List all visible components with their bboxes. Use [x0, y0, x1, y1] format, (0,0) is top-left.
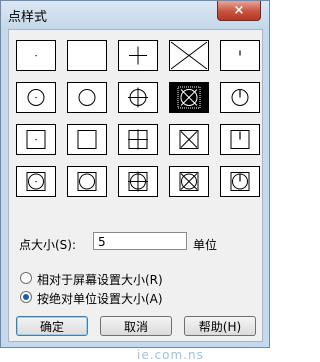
point-style-dialog: 点样式 × 点大小(S): 5 单位 相对于屏幕设置大小(R) 按绝对单位设置大… — [0, 0, 270, 362]
sqcircle-x-icon — [179, 172, 199, 191]
radio-selected-dot — [23, 294, 29, 300]
square-x-icon — [179, 130, 199, 149]
close-icon: × — [233, 3, 245, 18]
point-style-grid — [16, 40, 260, 232]
point-style-circle-tick[interactable] — [220, 82, 260, 113]
square-icon — [77, 130, 97, 149]
close-button[interactable]: × — [217, 1, 261, 21]
circle-tick-icon — [231, 89, 249, 106]
point-style-plus[interactable] — [118, 40, 158, 71]
sqcircle-dot-icon — [26, 172, 46, 191]
point-style-sqcircle-plus[interactable] — [118, 166, 158, 197]
absolute-units-label: 按绝对单位设置大小(A) — [37, 292, 163, 306]
point-style-square-dot[interactable] — [16, 124, 56, 155]
point-style-blank[interactable] — [67, 40, 107, 71]
point-style-sqcircle-dot[interactable] — [16, 166, 56, 197]
sqcircle-plus-icon — [128, 171, 148, 192]
dot-icon — [35, 55, 37, 57]
square-dot-icon — [26, 130, 46, 149]
tick-icon — [239, 50, 241, 56]
blank-icon — [68, 41, 106, 70]
point-style-x[interactable] — [169, 40, 209, 71]
unit-label: 单位 — [193, 238, 218, 252]
point-style-tick[interactable] — [220, 40, 260, 71]
point-style-circle[interactable] — [67, 82, 107, 113]
relative-to-screen-label: 相对于屏幕设置大小(R) — [37, 273, 163, 287]
x-icon — [170, 41, 208, 70]
watermark: ie.com.ns — [137, 348, 204, 362]
circle-x-icon — [177, 86, 201, 109]
point-style-square-x[interactable] — [169, 124, 209, 155]
square-tick-icon — [230, 130, 250, 149]
circle-plus-icon — [128, 87, 148, 108]
point-style-square[interactable] — [67, 124, 107, 155]
ok-button[interactable]: 确定 — [16, 316, 88, 336]
point-style-circle-plus[interactable] — [118, 82, 158, 113]
point-style-square-plus[interactable] — [118, 124, 158, 155]
square-plus-icon — [128, 129, 148, 150]
absolute-units-radio[interactable] — [20, 291, 32, 303]
sqcircle-icon — [77, 172, 97, 191]
point-style-sqcircle-x[interactable] — [169, 166, 209, 197]
sqcircle-tick-icon — [230, 172, 250, 191]
help-button[interactable]: 帮助(H) — [184, 316, 256, 336]
point-style-circle-x[interactable] — [169, 82, 209, 113]
point-style-square-tick[interactable] — [220, 124, 260, 155]
point-size-label: 点大小(S): — [19, 238, 77, 252]
point-style-sqcircle[interactable] — [67, 166, 107, 197]
dialog-body: 点大小(S): 5 单位 相对于屏幕设置大小(R) 按绝对单位设置大小(A) 确… — [8, 29, 263, 362]
plus-icon — [129, 46, 147, 65]
dialog-title: 点样式 — [8, 10, 48, 25]
point-style-dot[interactable] — [16, 40, 56, 71]
point-size-input[interactable]: 5 — [93, 232, 187, 250]
point-style-sqcircle-tick[interactable] — [220, 166, 260, 197]
relative-to-screen-radio[interactable] — [20, 272, 32, 284]
point-style-circle-dot[interactable] — [16, 82, 56, 113]
circle-icon — [78, 89, 96, 106]
circle-dot-icon — [27, 89, 45, 106]
cancel-button[interactable]: 取消 — [100, 316, 172, 336]
title-bar: 点样式 × — [1, 1, 269, 29]
